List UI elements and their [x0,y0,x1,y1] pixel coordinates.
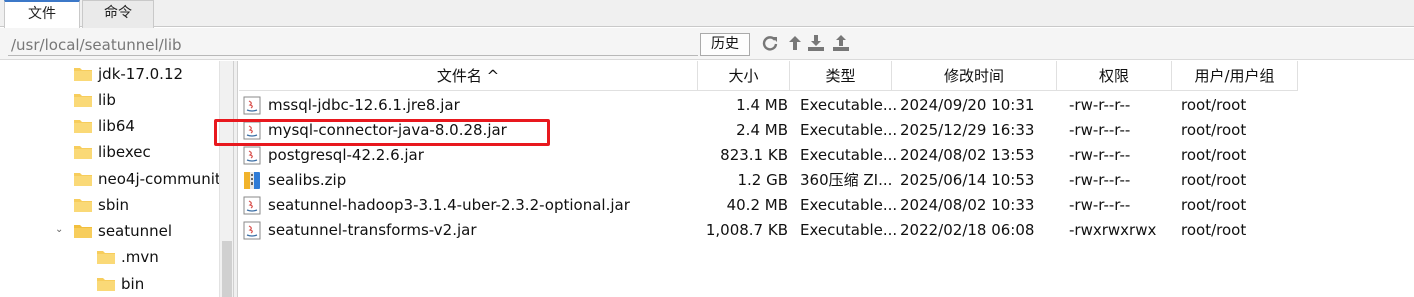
column-header-owner[interactable]: 用户/用户组 [1172,61,1298,91]
refresh-icon[interactable] [761,34,779,52]
java-jar-icon [243,96,261,115]
tree-scrollbar[interactable] [219,61,233,297]
file-permissions: -rw-r--r-- [1069,146,1131,164]
file-size: 40.2 MB [726,196,788,214]
file-owner: root/root [1181,196,1247,214]
tab-commands[interactable]: 命令 [82,0,154,28]
file-name: postgresql-42.2.6.jar [268,146,424,164]
column-header-size[interactable]: 大小 [698,61,790,91]
column-header-name[interactable]: 文件名 ^ [239,61,698,91]
folder-icon [74,199,92,212]
tree-item-label: .mvn [121,248,159,266]
file-modified: 2024/08/02 13:53 [900,146,1035,164]
zip-archive-icon [244,172,260,189]
file-owner: root/root [1181,146,1247,164]
file-owner: root/root [1181,121,1247,139]
column-header-permissions[interactable]: 权限 [1057,61,1172,91]
history-button[interactable]: 历史 [700,33,750,56]
file-type: Executable... [800,146,898,164]
column-header-modified[interactable]: 修改时间 [892,61,1057,91]
table-row[interactable]: sealibs.zip 1.2 GB 360压缩 ZI... 2025/06/1… [239,168,1299,193]
file-name: mssql-jdbc-12.6.1.jre8.jar [268,96,460,114]
highlight-annotation-box [214,119,550,146]
tab-bar: 文件 命令 [0,0,1414,28]
file-type: Executable... [800,196,898,214]
java-jar-icon [243,196,261,215]
pane-splitter[interactable] [233,61,238,297]
up-arrow-icon[interactable] [786,34,804,52]
tree-item-label: sbin [98,196,130,214]
upload-icon[interactable] [832,34,850,52]
file-name: seatunnel-hadoop3-3.1.4-uber-2.3.2-optio… [268,196,630,214]
file-size: 1.2 GB [737,171,788,189]
file-size: 823.1 KB [720,146,788,164]
file-type: 360压缩 ZI... [800,171,893,189]
file-owner: root/root [1181,96,1247,114]
expand-toggle-icon[interactable]: ⌄ [55,224,67,236]
file-type: Executable... [800,221,898,239]
folder-icon [97,278,115,291]
tree-item-label: bin [121,275,145,293]
java-jar-icon [243,221,261,240]
table-row[interactable]: postgresql-42.2.6.jar 823.1 KB Executabl… [239,143,1299,168]
file-size: 1.4 MB [736,96,788,114]
file-type: Executable... [800,96,898,114]
path-input[interactable] [8,34,698,56]
file-size: 2.4 MB [736,121,788,139]
folder-icon [74,173,92,186]
download-icon[interactable] [807,34,825,52]
file-owner: root/root [1181,221,1247,239]
file-list: 文件名 ^ 大小 类型 修改时间 权限 用户/用户组 mssql-jdbc-12… [239,61,1414,297]
file-modified: 2022/02/18 06:08 [900,221,1035,239]
file-name: sealibs.zip [268,171,347,189]
tree-item-label: lib [98,91,116,109]
folder-icon [97,251,115,264]
table-row[interactable]: mssql-jdbc-12.6.1.jre8.jar 1.4 MB Execut… [239,93,1299,118]
file-permissions: -rw-r--r-- [1069,196,1131,214]
folder-open-icon [74,225,92,238]
table-row[interactable]: seatunnel-transforms-v2.jar 1,008.7 KB E… [239,218,1299,243]
path-bar: 历史 [0,28,1414,60]
folder-icon [74,68,92,81]
java-jar-icon [243,146,261,165]
file-modified: 2024/08/02 10:33 [900,196,1035,214]
file-permissions: -rwxrwxrwx [1069,221,1157,239]
tree-item-label: jdk-17.0.12 [98,65,184,83]
file-name: seatunnel-transforms-v2.jar [268,221,477,239]
tab-files[interactable]: 文件 [4,0,80,28]
file-modified: 2024/09/20 10:31 [900,96,1035,114]
scrollbar-thumb[interactable] [222,241,232,297]
file-permissions: -rw-r--r-- [1069,171,1131,189]
tree-item-label: libexec [98,143,151,161]
folder-icon [74,94,92,107]
file-permissions: -rw-r--r-- [1069,96,1131,114]
folder-icon [74,146,92,159]
file-size: 1,008.7 KB [705,221,788,239]
table-row[interactable]: seatunnel-hadoop3-3.1.4-uber-2.3.2-optio… [239,193,1299,218]
file-owner: root/root [1181,171,1247,189]
folder-icon [74,120,92,133]
directory-tree: jdk-17.0.12 lib lib64 libexec neo4j-comm… [0,61,232,297]
tree-item-label: seatunnel [98,222,173,240]
file-permissions: -rw-r--r-- [1069,121,1131,139]
file-modified: 2025/12/29 16:33 [900,121,1035,139]
tree-item-label: lib64 [98,117,135,135]
file-type: Executable... [800,121,898,139]
tree-item-label: neo4j-communit [98,170,221,188]
file-modified: 2025/06/14 10:53 [900,171,1035,189]
column-header-type[interactable]: 类型 [790,61,892,91]
